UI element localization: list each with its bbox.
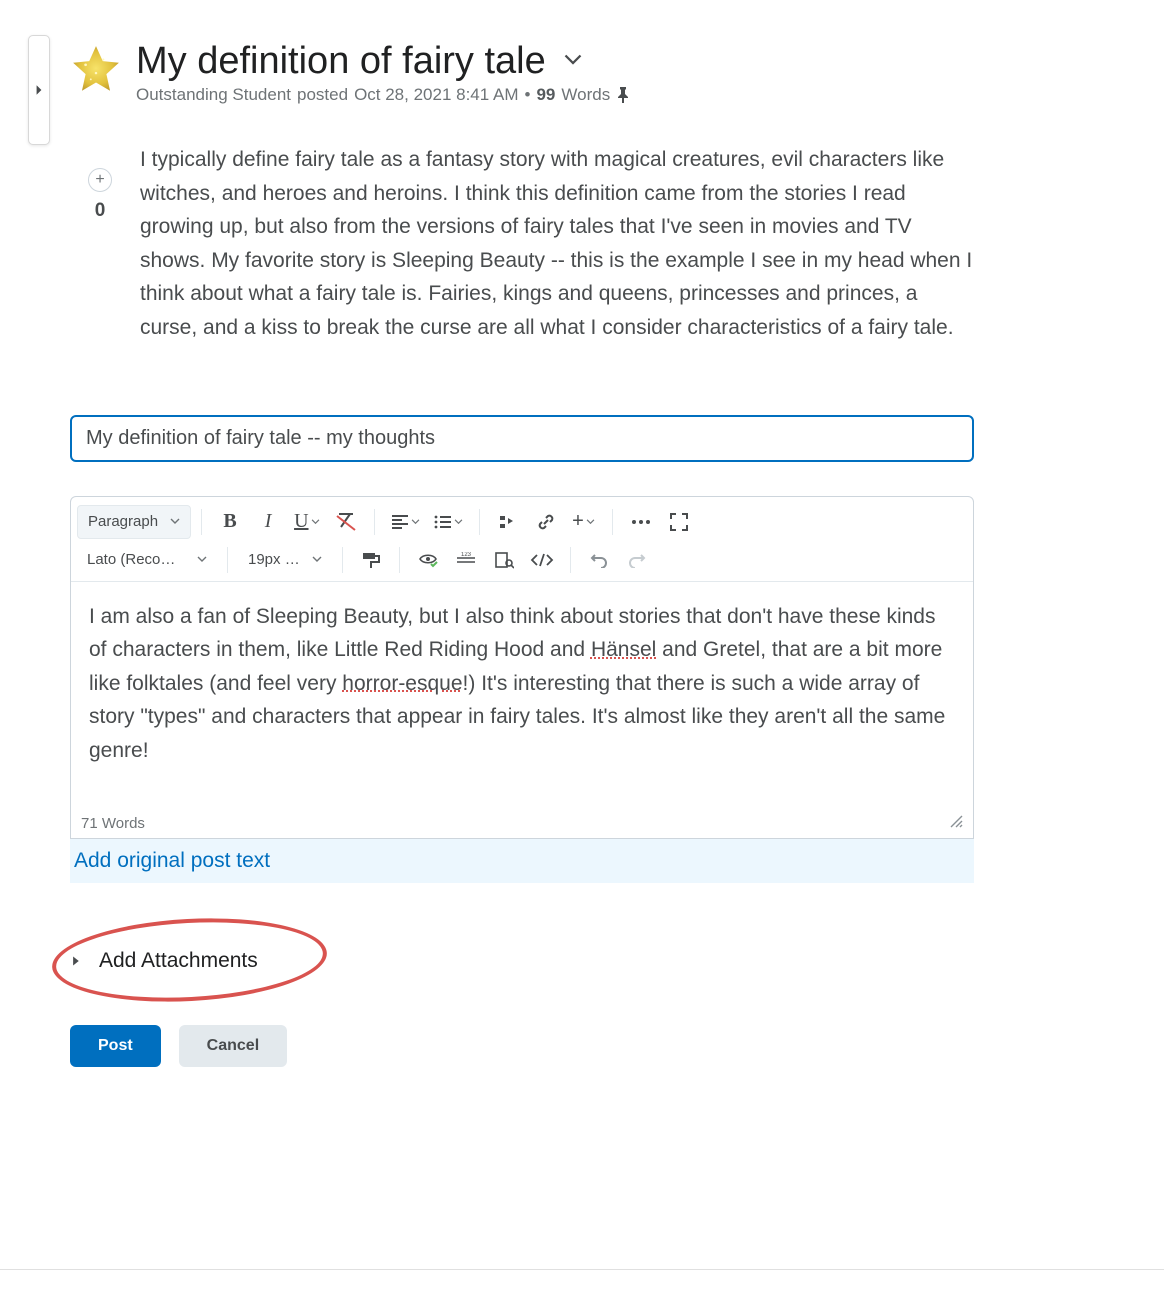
bold-button[interactable]: B xyxy=(212,505,248,539)
post-timestamp: Oct 28, 2021 8:41 AM xyxy=(354,85,518,105)
bullet-list-icon xyxy=(434,515,452,529)
editor-word-count: 71 Words xyxy=(81,815,145,832)
add-original-post-link[interactable]: Add original post text xyxy=(70,839,974,883)
font-size-label: 19px … xyxy=(248,551,300,568)
pin-icon xyxy=(616,87,630,103)
chevron-right-icon xyxy=(35,84,43,96)
add-attachments-label: Add Attachments xyxy=(99,949,258,973)
source-code-button[interactable] xyxy=(524,543,560,577)
more-actions-button[interactable] xyxy=(623,505,659,539)
align-left-icon xyxy=(391,515,409,529)
upvote-button[interactable]: + xyxy=(88,168,112,192)
insert-media-button[interactable] xyxy=(490,505,526,539)
reply-subject-input[interactable] xyxy=(70,415,974,462)
code-icon xyxy=(530,553,554,567)
resize-icon xyxy=(947,812,963,828)
resize-handle[interactable] xyxy=(947,812,963,832)
undo-button[interactable] xyxy=(581,543,617,577)
chevron-down-icon xyxy=(411,519,420,525)
editor-content[interactable]: I am also a fan of Sleeping Beauty, but … xyxy=(71,582,973,838)
clear-format-button[interactable] xyxy=(328,505,364,539)
list-button[interactable] xyxy=(428,505,469,539)
post-button[interactable]: Post xyxy=(70,1025,161,1067)
word-count-label: Words xyxy=(561,85,610,105)
caret-right-icon xyxy=(72,955,81,967)
rich-text-editor: Paragraph B I U xyxy=(70,496,974,839)
chevron-down-icon xyxy=(311,519,320,525)
clear-format-icon xyxy=(335,512,357,532)
font-select[interactable]: Lato (Recom… xyxy=(77,543,217,577)
format-select[interactable]: Paragraph xyxy=(77,505,191,539)
word-count-button[interactable]: 123 xyxy=(448,543,484,577)
redo-icon xyxy=(628,552,646,568)
ellipsis-icon xyxy=(631,519,651,525)
spell-error-hansel: Hänsel xyxy=(591,638,656,661)
post-meta: Outstanding Student posted Oct 28, 2021 … xyxy=(136,85,974,105)
format-painter-button[interactable] xyxy=(353,543,389,577)
posted-label: posted xyxy=(297,85,348,105)
svg-text:123: 123 xyxy=(461,552,472,558)
link-icon xyxy=(536,512,556,532)
preview-button[interactable] xyxy=(486,543,522,577)
post-author: Outstanding Student xyxy=(136,85,291,105)
align-button[interactable] xyxy=(385,505,426,539)
insert-more-button[interactable]: + xyxy=(566,505,602,539)
post-title: My definition of fairy tale xyxy=(136,40,546,83)
font-label: Lato (Recom… xyxy=(87,551,185,568)
page-search-icon xyxy=(494,551,514,569)
font-size-select[interactable]: 19px … xyxy=(238,543,332,577)
vote-count: 0 xyxy=(95,200,106,222)
chevron-down-icon xyxy=(586,519,595,525)
expand-icon xyxy=(670,513,688,531)
undo-icon xyxy=(590,552,608,568)
star-avatar-icon xyxy=(70,44,122,96)
collapse-sidebar-button[interactable] xyxy=(28,35,50,145)
add-attachments-toggle[interactable]: Add Attachments xyxy=(70,939,974,983)
post-actions-dropdown[interactable] xyxy=(564,53,582,71)
chevron-down-icon xyxy=(170,518,180,525)
italic-button[interactable]: I xyxy=(250,505,286,539)
page-divider xyxy=(0,1269,1164,1270)
editor-toolbar: Paragraph B I U xyxy=(71,497,973,582)
chevron-down-icon xyxy=(564,54,582,66)
format-label: Paragraph xyxy=(88,513,158,530)
fullscreen-button[interactable] xyxy=(661,505,697,539)
chevron-down-icon xyxy=(454,519,463,525)
chevron-down-icon xyxy=(197,556,207,563)
media-icon xyxy=(498,514,518,530)
accessibility-check-button[interactable] xyxy=(410,543,446,577)
post-word-count: 99 xyxy=(536,85,555,105)
paint-roller-icon xyxy=(361,551,381,569)
spell-error-horror: horror-esque xyxy=(342,672,462,695)
eye-check-icon xyxy=(418,551,438,569)
cancel-button[interactable]: Cancel xyxy=(179,1025,287,1067)
chevron-down-icon xyxy=(312,556,322,563)
word-count-icon: 123 xyxy=(455,552,477,568)
post-body: I typically define fairy tale as a fanta… xyxy=(140,143,974,345)
underline-button[interactable]: U xyxy=(288,505,325,539)
insert-link-button[interactable] xyxy=(528,505,564,539)
redo-button[interactable] xyxy=(619,543,655,577)
